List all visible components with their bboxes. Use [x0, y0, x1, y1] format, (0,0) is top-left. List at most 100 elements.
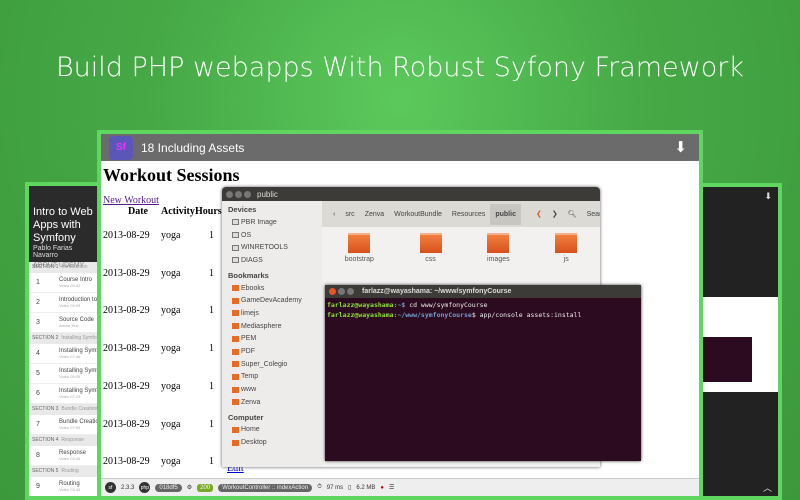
- sidebar-item[interactable]: Zenva: [222, 396, 322, 409]
- sidebar-item-label: Mediasphere: [241, 322, 282, 330]
- request-time[interactable]: 97 ms: [327, 485, 343, 491]
- path-segment[interactable]: WorkoutBundle: [389, 211, 447, 218]
- section-header: SECTION 2 Installing Symfony: [29, 333, 103, 344]
- about-link[interactable]: ABOUT UDEMY: [33, 262, 99, 269]
- lesson-meta: Video 07:46: [59, 354, 81, 359]
- sidebar-item[interactable]: Home: [222, 424, 322, 437]
- php-icon[interactable]: php: [139, 482, 151, 493]
- download-icon[interactable]: ⬇: [764, 191, 772, 202]
- security-icon[interactable]: ●: [380, 485, 384, 491]
- path-segment[interactable]: Resources: [447, 211, 490, 218]
- path-segment[interactable]: src: [340, 211, 359, 218]
- status-badge[interactable]: 200: [197, 483, 214, 492]
- app-bar: Sf 18 Including Assets ⬇: [101, 134, 699, 161]
- path-segment[interactable]: public: [490, 203, 521, 225]
- sidebar-item[interactable]: Mediasphere: [222, 320, 322, 333]
- sidebar-item[interactable]: PDF: [222, 345, 322, 358]
- hours-cell: 1: [209, 343, 214, 355]
- lesson-item[interactable]: 5 Installing Symfo Video 05:09: [29, 364, 103, 384]
- controller-badge[interactable]: WorkoutController :: indexAction: [218, 483, 313, 492]
- sidebar-item[interactable]: DIAGS: [222, 254, 322, 267]
- app-icon[interactable]: Sf: [109, 135, 133, 160]
- sidebar-item[interactable]: GameDevAcademy: [222, 294, 322, 307]
- sidebar-item[interactable]: Ebooks: [222, 282, 322, 295]
- search-icon[interactable]: 🔍︎: [563, 210, 582, 218]
- forward-icon[interactable]: ❯: [547, 210, 563, 218]
- terminal-titlebar: farlazz@wayashama: ~/www/symfonyCourse: [325, 285, 641, 298]
- maximize-icon[interactable]: [347, 288, 354, 295]
- lesson-meta: Video 03:44: [59, 487, 81, 492]
- minimize-icon[interactable]: [338, 288, 345, 295]
- lesson-item[interactable]: 3 Source Code Article Text: [29, 313, 103, 333]
- minimize-icon[interactable]: [235, 190, 242, 198]
- memory-icon: ▯: [348, 485, 352, 491]
- memory-usage[interactable]: 6.2 MB: [356, 485, 375, 491]
- sidebar-item[interactable]: limejs: [222, 307, 322, 320]
- sidebar-item[interactable]: OS: [222, 229, 322, 242]
- sidebar-item[interactable]: PEM: [222, 333, 322, 346]
- course-author: Pablo Farias Navarro: [33, 245, 73, 259]
- section-name: Bundle Creation: [61, 406, 98, 412]
- table-row: 2013-08-29 yoga 1: [103, 268, 225, 279]
- sidebar-item[interactable]: Desktop: [222, 436, 322, 449]
- download-icon[interactable]: ⬇: [674, 138, 687, 156]
- request-token[interactable]: 018df5: [155, 483, 182, 492]
- chevron-left-icon[interactable]: ‹: [328, 211, 340, 218]
- lesson-item[interactable]: 8 Response Video 04:26: [29, 446, 103, 466]
- sidebar-item-label: DIAGS: [241, 256, 263, 264]
- lesson-item[interactable]: 4 Installing Symfo Video 07:46: [29, 344, 103, 364]
- hours-cell: 1: [209, 418, 214, 430]
- date-cell: 2013-08-29: [103, 380, 150, 392]
- terminal-output[interactable]: farlazz@wayashama:~$ cd www/symfonyCours…: [325, 298, 641, 322]
- close-icon[interactable]: [226, 190, 233, 198]
- lesson-number: 1: [36, 279, 40, 286]
- folder-item[interactable]: js: [555, 233, 578, 263]
- sidebar-item-label: Super_Colegio: [241, 360, 288, 368]
- hours-cell: 1: [209, 305, 214, 317]
- symfony-debug-toolbar: sf 2.3.3 php 018df5 ⚙ 200 WorkoutControl…: [101, 478, 699, 496]
- maximize-icon[interactable]: [244, 190, 251, 198]
- back-icon[interactable]: ❮: [531, 210, 547, 218]
- search-button[interactable]: Search: [582, 211, 600, 218]
- window-title: public: [257, 189, 278, 199]
- sidebar-item[interactable]: www: [222, 383, 322, 396]
- sidebar-item[interactable]: PBR Image: [222, 216, 322, 229]
- sidebar-item-label: Ebooks: [241, 284, 265, 292]
- lesson-item[interactable]: 1 Course Intro Video 04:32: [29, 273, 103, 293]
- lesson-item[interactable]: 9 Routing Video 03:44: [29, 477, 103, 496]
- sidebar-item[interactable]: Temp: [222, 371, 322, 384]
- lesson-item[interactable]: 7 Bundle Creation Video 07:09: [29, 415, 103, 435]
- file-manager-sidebar: Devices PBR Image OS WINRETOOLS DIAGS Bookmar…: [222, 201, 322, 467]
- lesson-number: 3: [36, 319, 40, 326]
- lesson-item[interactable]: 2 Introduction to S Video 09:09: [29, 293, 103, 313]
- section-header: SECTION 3 Bundle Creation: [29, 404, 103, 415]
- new-workout-link[interactable]: New Workout: [103, 195, 159, 206]
- activity-cell: yoga: [161, 305, 181, 317]
- symfony-logo-icon[interactable]: sf: [105, 482, 116, 493]
- folder-item[interactable]: bootstrap: [345, 233, 374, 263]
- course-title: Intro to Web Apps with Symfony: [33, 206, 93, 244]
- lesson-info: Bundle Creation Video 07:09: [59, 419, 102, 430]
- path-segment[interactable]: Zenva: [360, 211, 389, 218]
- col-date: Date: [128, 206, 148, 217]
- close-icon[interactable]: [329, 288, 336, 295]
- chevron-up-icon[interactable]: ︿: [763, 481, 772, 494]
- prompt-path: :~$: [393, 301, 406, 309]
- lesson-number: 5: [36, 370, 40, 377]
- lesson-number: 9: [36, 483, 40, 490]
- sidebar-item-label: Desktop: [241, 439, 267, 447]
- date-cell: 2013-08-29: [103, 456, 150, 468]
- gear-icon[interactable]: ⚙: [187, 484, 192, 491]
- lesson-meta: Video 04:32: [59, 283, 81, 288]
- list-icon[interactable]: ☰: [389, 484, 394, 491]
- lesson-info: Installing Symfo Video 07:46: [59, 348, 101, 359]
- sidebar-item[interactable]: WINRETOOLS: [222, 241, 322, 254]
- drive-icon: [232, 244, 239, 251]
- folder-item[interactable]: images: [487, 233, 510, 263]
- sidebar-item[interactable]: Super_Colegio: [222, 358, 322, 371]
- video-thumbnail[interactable]: [702, 297, 778, 392]
- lesson-item[interactable]: 6 Installing Symfo Video 07:23: [29, 384, 103, 404]
- col-hours: Hours: [195, 206, 222, 217]
- sidebar-heading: Devices: [228, 205, 257, 214]
- folder-item[interactable]: css: [419, 233, 442, 263]
